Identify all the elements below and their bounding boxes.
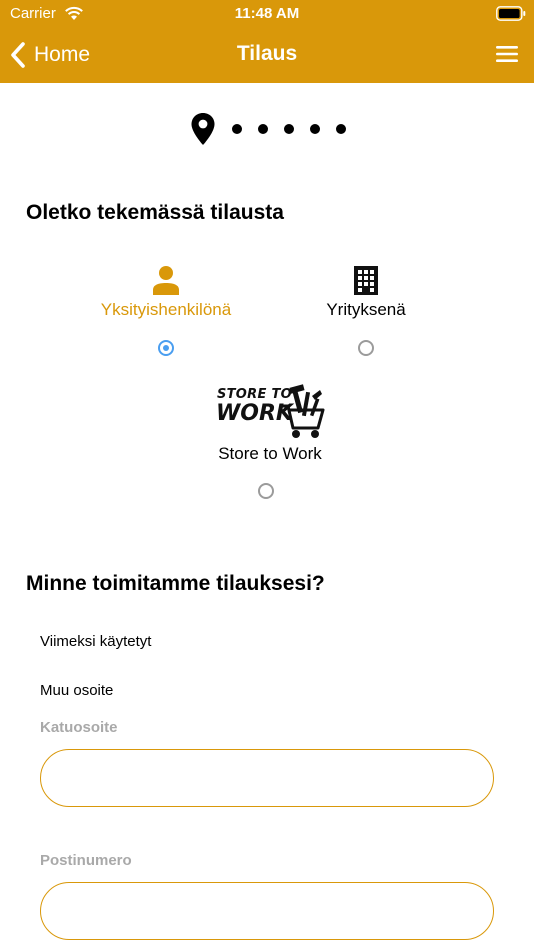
option-private-person[interactable]: Yksityishenkilönä — [90, 263, 242, 320]
store-to-work-logo: STORE TO WORK — [210, 384, 330, 440]
customer-type-heading: Oletko tekemässä tilausta — [26, 201, 284, 224]
step-dot — [232, 124, 242, 134]
building-icon — [354, 266, 378, 295]
option-store-to-work[interactable]: STORE TO WORK Store to Work — [210, 384, 330, 464]
postal-code-input[interactable] — [40, 882, 494, 940]
top-bar: Carrier 11:48 AM Home Tilaus — [0, 0, 534, 83]
person-icon — [153, 266, 179, 295]
radio-store-to-work[interactable] — [258, 483, 274, 499]
status-time: 11:48 AM — [234, 5, 300, 22]
option-company[interactable]: Yrityksenä — [290, 263, 442, 320]
radio-company[interactable] — [358, 340, 374, 356]
status-bar: Carrier 11:48 AM — [0, 0, 534, 28]
postal-code-label: Postinumero — [40, 852, 132, 869]
step-dot — [284, 124, 294, 134]
battery-icon — [496, 6, 526, 21]
street-address-input[interactable] — [40, 749, 494, 807]
step-dot — [336, 124, 346, 134]
street-address-label: Katuosoite — [40, 719, 118, 736]
order-progress — [190, 112, 346, 146]
location-pin-icon — [191, 113, 215, 145]
option-label: Yrityksenä — [326, 300, 406, 319]
hamburger-menu-icon[interactable] — [496, 45, 518, 63]
option-label: Store to Work — [218, 444, 322, 463]
other-address-option[interactable]: Muu osoite — [40, 682, 113, 699]
tool-cart-icon — [280, 384, 325, 438]
recent-addresses-option[interactable]: Viimeksi käytetyt — [40, 633, 151, 650]
page-title: Tilaus — [236, 42, 298, 65]
radio-private-person[interactable] — [158, 340, 174, 356]
step-dot — [258, 124, 268, 134]
delivery-heading: Minne toimitamme tilauksesi? — [26, 572, 325, 595]
option-label: Yksityishenkilönä — [100, 300, 232, 319]
step-dot — [310, 124, 320, 134]
